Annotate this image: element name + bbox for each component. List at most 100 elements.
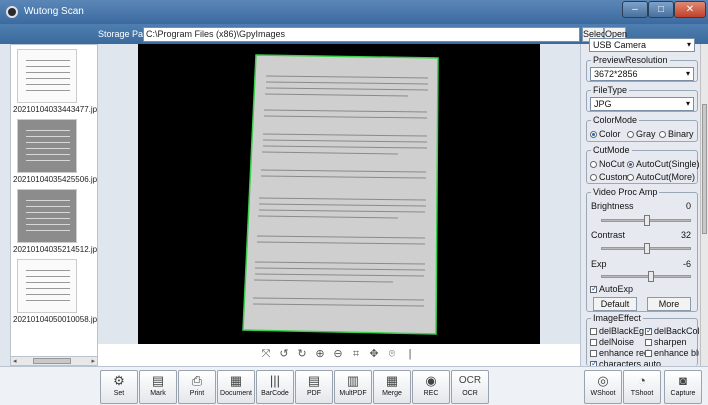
contrast-knob[interactable] [644, 243, 650, 254]
sharpen-checkbox[interactable]: sharpen [645, 337, 687, 347]
gray-radio[interactable]: Gray [627, 129, 656, 139]
thumbnail-label[interactable]: 20210104035214512.jpg [13, 245, 97, 254]
zoom-out-icon[interactable]: ⊖ [332, 348, 344, 360]
contrast-label: Contrast [591, 230, 626, 240]
filetype-title: FileType [591, 85, 630, 95]
rotate-left-icon[interactable]: ↺ [278, 348, 290, 360]
zoom-in-icon[interactable]: ⊕ [314, 348, 326, 360]
more-button[interactable]: More [647, 297, 691, 311]
checkbox-icon [645, 350, 652, 357]
rec-button[interactable]: ◉ REC [412, 370, 450, 404]
thumbnail-image[interactable] [17, 49, 77, 103]
ocr-button[interactable]: OCR OCR [451, 370, 489, 404]
checkbox-icon [645, 339, 652, 346]
delnoise-checkbox[interactable]: delNoise [590, 337, 634, 347]
image-effect-title: ImageEffect [591, 313, 643, 323]
enhance-blue-checkbox[interactable]: enhance blu [645, 348, 699, 358]
timer-camera-icon: ◔ [638, 373, 646, 388]
wshoot-button[interactable]: ◎ WShoot [584, 370, 622, 404]
thumbnail-label[interactable]: 20210104050010058.jpg [13, 315, 97, 324]
thumbnail-label[interactable]: 20210104033443477.jpg [13, 105, 97, 114]
delbackcol-checkbox[interactable]: delBackCol [645, 326, 700, 336]
device-select[interactable]: USB Camera [589, 38, 695, 52]
video-proc-title: Video Proc Amp [591, 187, 660, 197]
video-proc-group: Video Proc Amp Brightness 0 Contrast 32 … [586, 187, 698, 312]
colormode-group: ColorMode Color Gray Binary [586, 115, 698, 142]
separator: | [408, 348, 412, 360]
mark-button[interactable]: ▤ Mark [139, 370, 177, 404]
delblackeg-checkbox[interactable]: delBlackEg [590, 326, 644, 336]
radio-icon [627, 131, 634, 138]
scroll-left-icon[interactable]: ◂ [13, 357, 17, 365]
fit-icon[interactable]: ⤧ [260, 348, 272, 360]
thumbnail-image[interactable] [17, 189, 77, 243]
bottom-toolbar: ⚙ Set ▤ Mark ⎙ Print ▦ Document ||| BarCode ▤… [0, 366, 708, 405]
settings-scroll-thumb[interactable] [702, 104, 707, 234]
exp-knob[interactable] [648, 271, 655, 282]
exp-label: Exp [591, 259, 607, 269]
default-button[interactable]: Default [593, 297, 637, 311]
move-icon[interactable]: ✥ [368, 348, 380, 360]
thumbnail-scrollbar[interactable]: ◂ ▸ [10, 356, 98, 366]
thumbnail-label[interactable]: 20210104035425506.jpg [13, 175, 97, 184]
resolution-group: PreviewResolution 3672*2856 [586, 55, 698, 82]
minimize-button[interactable]: – [622, 1, 648, 18]
capture-button[interactable]: ◙ Capture [664, 370, 702, 404]
tshoot-button[interactable]: ◔ TShoot [623, 370, 661, 404]
gear-icon: ⚙ [113, 373, 125, 388]
multi-pdf-icon: ▥ [346, 373, 360, 388]
scroll-thumb[interactable] [33, 358, 71, 364]
exp-slider[interactable] [601, 271, 691, 282]
print-button[interactable]: ⎙ Print [178, 370, 216, 404]
document-button[interactable]: ▦ Document [217, 370, 255, 404]
enhance-red-checkbox[interactable]: enhance red [590, 348, 649, 358]
set-button[interactable]: ⚙ Set [100, 370, 138, 404]
resolution-select[interactable]: 3672*2856 [590, 67, 694, 81]
brightness-value: 0 [685, 201, 691, 211]
document-preview [242, 54, 439, 335]
thumbnail-image[interactable] [17, 259, 77, 313]
contrast-slider[interactable] [601, 243, 691, 254]
autocut-more-radio[interactable]: AutoCut(More) [627, 172, 695, 182]
radio-icon [627, 174, 634, 181]
radio-icon [590, 161, 597, 168]
filetype-select[interactable]: JPG [590, 97, 694, 111]
autoexp-checkbox[interactable]: AutoExp [590, 284, 633, 294]
scroll-right-icon[interactable]: ▸ [91, 357, 95, 365]
resolution-title: PreviewResolution [591, 55, 670, 65]
cutmode-group: CutMode NoCut AutoCut(Single) Custom Aut… [586, 145, 700, 184]
preview-toolbar: ⤧ ↺ ↻ ⊕ ⊖ ⌗ ✥ ⌾ | [98, 344, 580, 366]
exp-value: -6 [682, 259, 691, 269]
brightness-slider[interactable] [601, 215, 691, 226]
pdf-icon: ▤ [307, 373, 321, 388]
custom-radio[interactable]: Custom [590, 172, 630, 182]
brightness-label: Brightness [591, 201, 634, 211]
app-icon [6, 6, 18, 18]
multpdf-button[interactable]: ▥ MultPDF [334, 370, 372, 404]
camera-preview[interactable] [138, 44, 540, 344]
brightness-knob[interactable] [644, 215, 650, 226]
thumbnail-image[interactable] [17, 119, 77, 173]
color-radio[interactable]: Color [590, 129, 621, 139]
rotate-right-icon[interactable]: ↻ [296, 348, 308, 360]
autocut-single-radio[interactable]: AutoCut(Single) [627, 159, 700, 169]
binary-radio[interactable]: Binary [659, 129, 694, 139]
merge-button[interactable]: ▦ Merge [373, 370, 411, 404]
maximize-button[interactable]: □ [648, 1, 674, 18]
radio-icon [659, 131, 666, 138]
radio-selected-icon [590, 131, 597, 138]
contrast-value: 32 [680, 230, 691, 240]
nocut-radio[interactable]: NoCut [590, 159, 625, 169]
crop-icon[interactable]: ⌗ [350, 348, 362, 360]
checkbox-checked-icon [590, 284, 598, 293]
close-button[interactable]: ✕ [674, 1, 706, 18]
pdf-button[interactable]: ▤ PDF [295, 370, 333, 404]
barcode-button[interactable]: ||| BarCode [256, 370, 294, 404]
storage-path-input[interactable]: C:\Program Files (x86)\GpyImages [143, 27, 580, 42]
filetype-group: FileType JPG [586, 85, 698, 112]
settings-panel: USB Camera PreviewResolution 3672*2856 F… [580, 38, 708, 369]
settings-scrollbar[interactable] [700, 44, 708, 366]
mark-icon: ▤ [151, 373, 165, 388]
thumbnail-list: 20210104033443477.jpg 20210104035425506.… [10, 44, 98, 366]
focus-icon[interactable]: ⌾ [386, 348, 398, 360]
